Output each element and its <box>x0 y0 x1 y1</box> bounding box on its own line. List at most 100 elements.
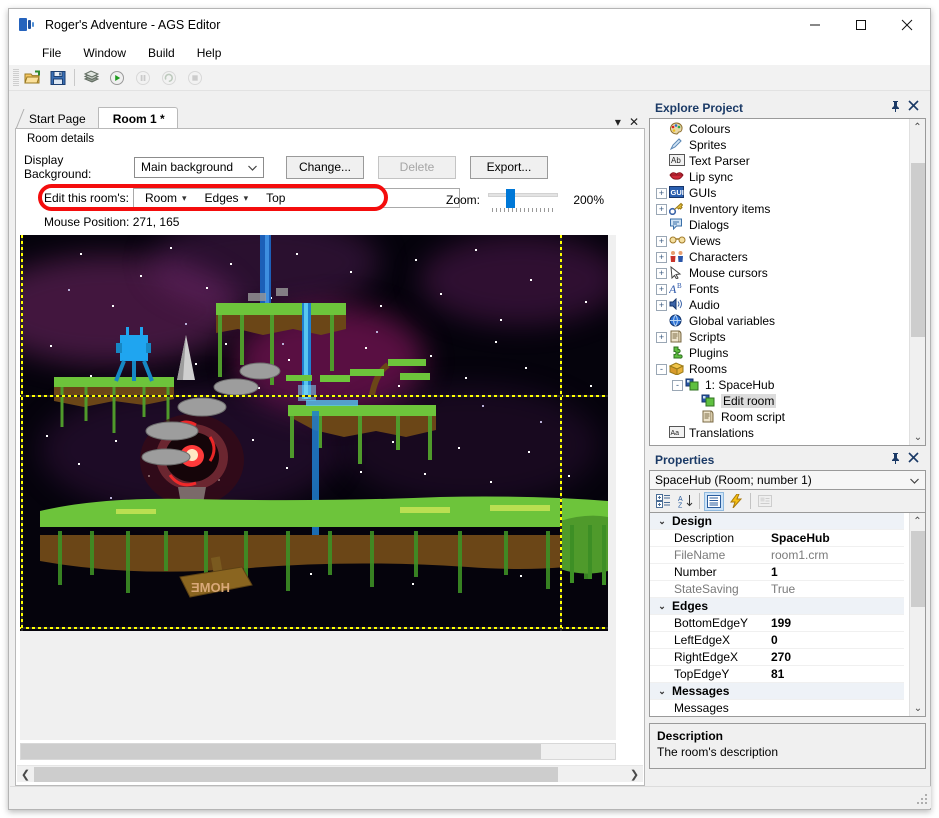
property-row-topedgey[interactable]: TopEdgeY 81 <box>650 666 904 683</box>
tree-item-lip-sync[interactable]: Lip sync <box>652 169 904 185</box>
zoom-slider[interactable] <box>488 189 559 212</box>
property-scroll-thumb[interactable] <box>911 531 925 607</box>
expand-icon[interactable]: + <box>656 299 667 311</box>
tree-item-plugins[interactable]: Plugins <box>652 345 904 361</box>
panel-horizontal-scrollbar[interactable]: ❮ ❯ <box>17 765 643 782</box>
edit-target-edges-dropdown[interactable]: Edges ▾ <box>201 191 253 205</box>
tree-item-inventory-items[interactable]: + Inventory items <box>652 201 904 217</box>
resize-grip-icon[interactable] <box>916 793 928 805</box>
chevron-down-icon[interactable]: ⌄ <box>656 686 668 697</box>
bottom-edge-line[interactable] <box>20 627 608 629</box>
close-icon[interactable] <box>908 452 919 467</box>
left-edge-line[interactable] <box>21 235 23 631</box>
tree-item-guis[interactable]: + GUI GUIs <box>652 185 904 201</box>
chevron-down-icon[interactable]: ⌄ <box>656 601 668 612</box>
property-grid[interactable]: ⌄ Design Description SpaceHub FileName room1.… <box>649 512 926 717</box>
property-value[interactable]: 0 <box>765 633 904 647</box>
tree-item-audio[interactable]: + Audio <box>652 297 904 313</box>
top-edge-line[interactable] <box>20 395 608 397</box>
tree-item-text-parser[interactable]: Ab Text Parser <box>652 153 904 169</box>
events-icon[interactable] <box>726 492 746 511</box>
categorized-icon[interactable] <box>653 492 673 511</box>
property-value[interactable]: 1 <box>765 565 904 579</box>
property-category-messages[interactable]: ⌄ Messages <box>650 683 904 700</box>
tree-vertical-scrollbar[interactable]: ⌃ ⌄ <box>909 119 925 445</box>
expand-icon[interactable]: + <box>656 267 667 279</box>
expand-icon[interactable]: + <box>656 251 667 263</box>
change-background-button[interactable]: Change... <box>286 155 364 179</box>
scroll-right-arrow-icon[interactable]: ❯ <box>626 767 643 782</box>
property-value[interactable]: SpaceHub <box>765 531 904 545</box>
close-icon[interactable] <box>908 100 919 115</box>
property-object-selector[interactable]: SpaceHub (Room; number 1) <box>649 470 926 490</box>
scroll-down-arrow-icon[interactable]: ⌄ <box>910 700 925 716</box>
property-vertical-scrollbar[interactable]: ⌃ ⌄ <box>909 513 925 716</box>
scroll-up-arrow-icon[interactable]: ⌃ <box>910 513 925 529</box>
property-value[interactable]: room1.crm <box>765 548 904 562</box>
tree-item-views[interactable]: + Views <box>652 233 904 249</box>
property-row-number[interactable]: Number 1 <box>650 564 904 581</box>
tree-item-scripts[interactable]: + Scripts <box>652 329 904 345</box>
scroll-left-arrow-icon[interactable]: ❮ <box>17 767 34 782</box>
property-row-rightedgex[interactable]: RightEdgeX 270 <box>650 649 904 666</box>
tree-item-dialogs[interactable]: Dialogs <box>652 217 904 233</box>
toolbar-grip[interactable] <box>13 68 19 87</box>
tab-close-icon[interactable]: ✕ <box>629 115 639 129</box>
tree-item-mouse-cursors[interactable]: + Mouse cursors <box>652 265 904 281</box>
tab-start-page[interactable]: Start Page <box>15 109 98 129</box>
property-row-statesaving[interactable]: StateSaving True <box>650 581 904 598</box>
close-button[interactable] <box>884 9 930 41</box>
tab-room-1[interactable]: Room 1 * <box>97 107 178 129</box>
property-row-filename[interactable]: FileName room1.crm <box>650 547 904 564</box>
save-icon[interactable] <box>45 66 71 90</box>
collapse-icon[interactable]: - <box>656 363 667 375</box>
tree-item-1-spacehub[interactable]: - 1: SpaceHub <box>652 377 904 393</box>
tree-item-fonts[interactable]: + A B Fonts <box>652 281 904 297</box>
property-value[interactable]: 81 <box>765 667 904 681</box>
menu-build[interactable]: Build <box>137 43 186 63</box>
tree-item-edit-room[interactable]: Edit room <box>652 393 904 409</box>
property-value[interactable]: 199 <box>765 616 904 630</box>
property-pages-icon[interactable] <box>704 491 724 511</box>
menu-window[interactable]: Window <box>72 43 137 63</box>
property-value[interactable]: 270 <box>765 650 904 664</box>
build-icon[interactable] <box>78 66 104 90</box>
panel-scroll-thumb[interactable] <box>34 766 558 782</box>
tab-list-dropdown-icon[interactable]: ▾ <box>615 115 621 129</box>
scroll-down-arrow-icon[interactable]: ⌄ <box>910 429 925 445</box>
property-row-messages[interactable]: Messages <box>650 700 904 716</box>
chevron-down-icon[interactable]: ⌄ <box>656 516 668 527</box>
right-edge-line[interactable] <box>560 235 562 631</box>
property-row-bottomedgey[interactable]: BottomEdgeY 199 <box>650 615 904 632</box>
room-canvas-viewport[interactable]: HOME Right edge <box>20 235 616 740</box>
tree-item-sprites[interactable]: Sprites <box>652 137 904 153</box>
canvas-horizontal-scrollbar[interactable] <box>20 743 616 760</box>
zoom-slider-thumb[interactable] <box>506 189 516 208</box>
tree-item-translations[interactable]: Aa Translations <box>652 425 904 441</box>
property-row-description[interactable]: Description SpaceHub <box>650 530 904 547</box>
alphabetical-sort-icon[interactable]: A Z <box>675 492 695 511</box>
tree-item-rooms[interactable]: - Rooms <box>652 361 904 377</box>
room-background-image[interactable]: HOME <box>20 235 608 631</box>
export-background-button[interactable]: Export... <box>470 155 548 179</box>
tree-item-global-variables[interactable]: Global variables <box>652 313 904 329</box>
tree-item-colours[interactable]: Colours <box>652 121 904 137</box>
edit-target-top-item[interactable]: Top <box>262 191 289 205</box>
expand-icon[interactable]: + <box>656 203 667 215</box>
property-category-edges[interactable]: ⌄ Edges <box>650 598 904 615</box>
minimize-button[interactable] <box>792 9 838 41</box>
collapse-icon[interactable]: - <box>672 379 683 391</box>
project-tree[interactable]: Colours Sprites Ab Text Parser Lip sync + GUI G… <box>649 118 926 446</box>
property-category-design[interactable]: ⌄ Design <box>650 513 904 530</box>
property-value[interactable]: True <box>765 582 904 596</box>
background-select[interactable]: Main background <box>134 156 264 178</box>
expand-icon[interactable]: + <box>656 283 667 295</box>
expand-icon[interactable]: + <box>656 331 667 343</box>
pin-icon[interactable] <box>890 100 901 115</box>
edit-target-room-dropdown[interactable]: Room ▾ <box>141 191 191 205</box>
menu-file[interactable]: File <box>31 43 72 63</box>
tree-item-characters[interactable]: + Characters <box>652 249 904 265</box>
run-icon[interactable] <box>104 66 130 90</box>
pin-icon[interactable] <box>890 452 901 467</box>
tree-scroll-thumb[interactable] <box>911 163 925 337</box>
